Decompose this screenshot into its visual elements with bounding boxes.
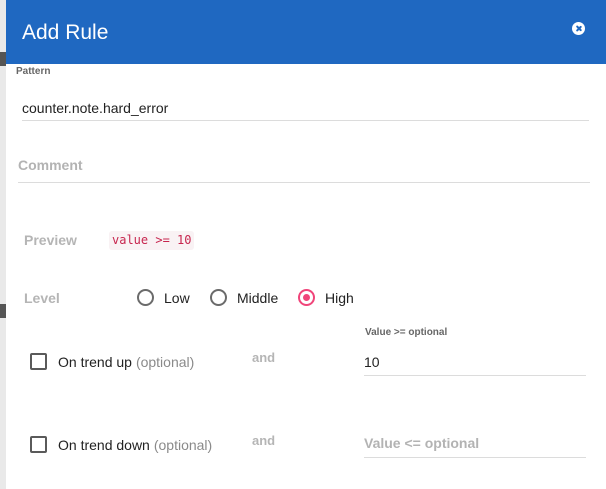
- trend-up-checkbox[interactable]: [30, 353, 47, 370]
- trend-up-value-label: Value >= optional: [365, 327, 448, 338]
- trend-up-value-input[interactable]: [364, 348, 586, 376]
- radio-label-middle: Middle: [237, 289, 279, 306]
- trend-down-optional: (optional): [153, 436, 213, 453]
- add-rule-dialog: Pattern Preview value >= 10 Level Low Mi…: [6, 64, 606, 489]
- pattern-label: Pattern: [16, 66, 51, 77]
- trend-down-label: On trend down: [58, 436, 150, 453]
- trend-down-value-input[interactable]: [364, 429, 586, 458]
- radio-circle-selected: [298, 289, 315, 306]
- radio-label-low: Low: [164, 289, 190, 306]
- close-icon[interactable]: [572, 22, 585, 35]
- level-radio-high[interactable]: High: [298, 289, 354, 306]
- preview-code: value >= 10: [109, 231, 195, 250]
- level-label: Level: [24, 290, 60, 306]
- trend-down-row: On trend down (optional): [30, 436, 212, 453]
- comment-input[interactable]: [18, 148, 590, 183]
- level-radio-middle[interactable]: Middle: [210, 289, 278, 306]
- radio-label-high: High: [325, 289, 354, 306]
- trend-down-and: and: [252, 433, 276, 448]
- dialog-header: Add Rule: [6, 0, 606, 64]
- trend-up-label: On trend up: [58, 353, 132, 370]
- radio-circle: [137, 289, 154, 306]
- radio-circle: [210, 289, 227, 306]
- trend-up-row: On trend up (optional): [30, 353, 194, 370]
- pattern-input[interactable]: [22, 96, 589, 121]
- preview-label: Preview: [24, 232, 77, 248]
- level-radio-low[interactable]: Low: [137, 289, 190, 306]
- trend-up-and: and: [252, 350, 276, 365]
- trend-up-optional: (optional): [135, 353, 195, 370]
- trend-down-checkbox[interactable]: [30, 436, 47, 453]
- dialog-title: Add Rule: [22, 21, 109, 44]
